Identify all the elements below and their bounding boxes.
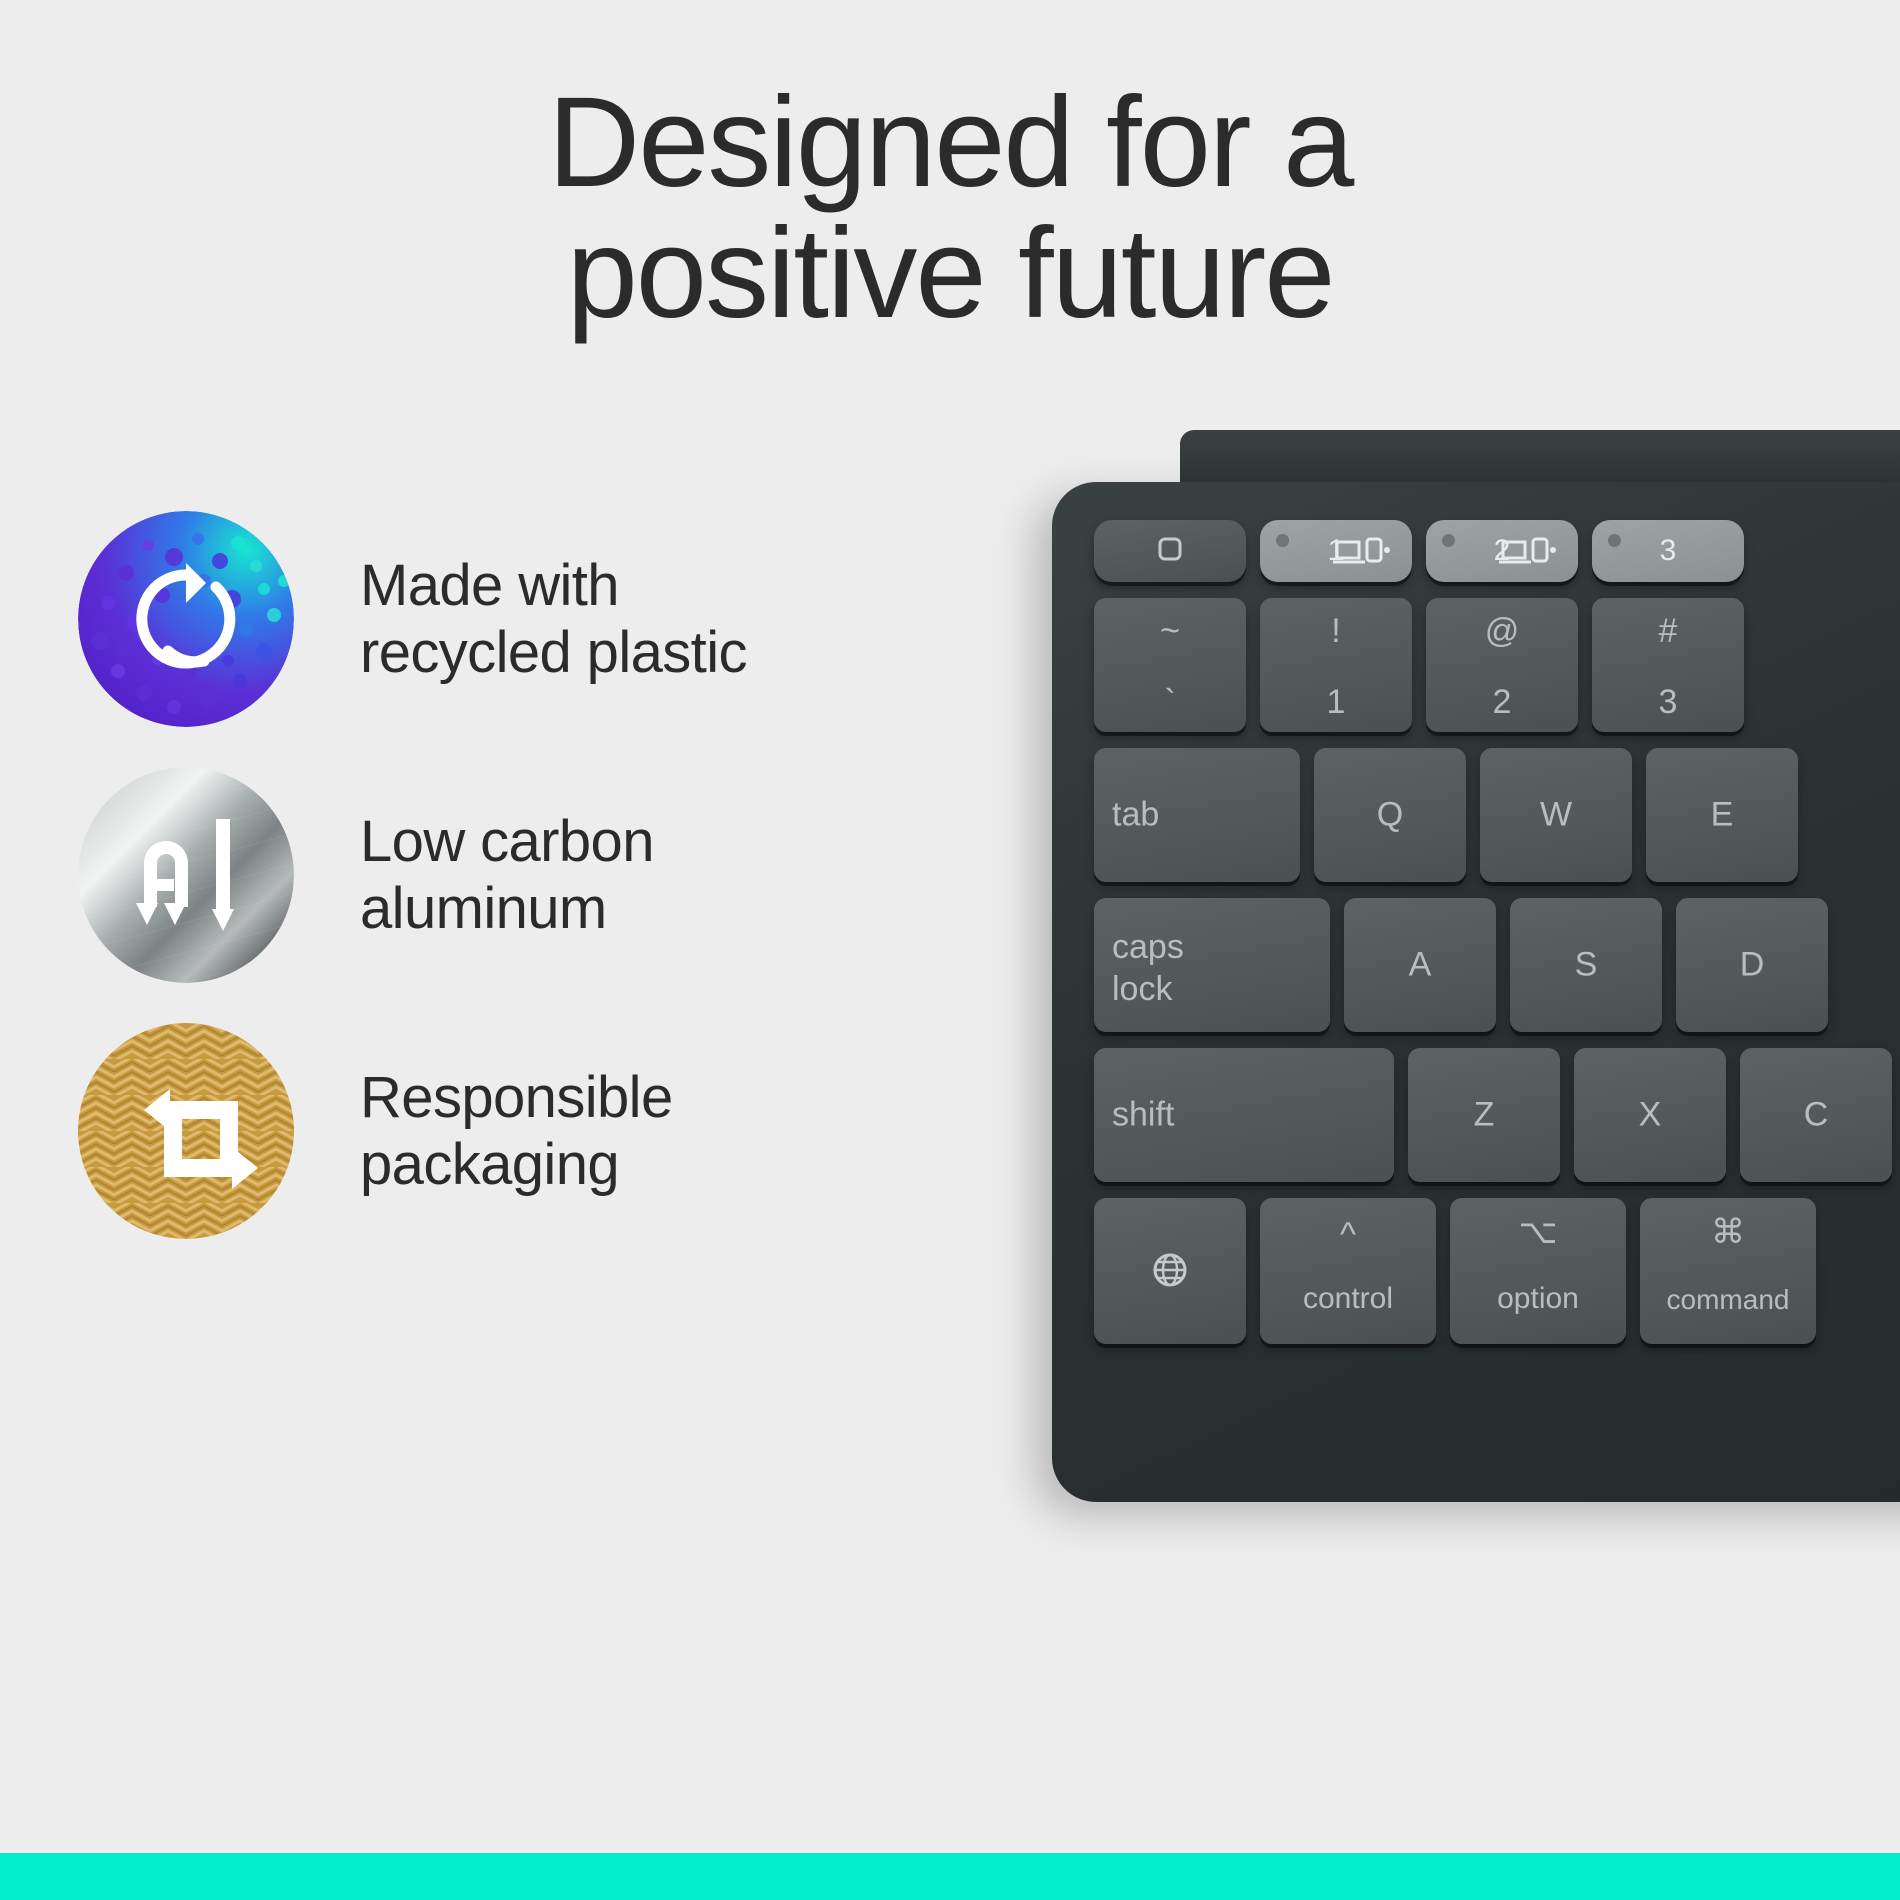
q-key-label: Q [1376,795,1404,834]
tab-key-label: tab [1112,795,1160,834]
control-key[interactable]: ^ control [1260,1198,1436,1344]
one-key[interactable]: ! 1 [1260,598,1412,732]
three-key-top-legend: # [1658,612,1678,650]
d-key-label: D [1739,945,1765,984]
feature-list: Made with recycled plastic Low carbon al… [78,500,978,1268]
accent-bar [0,1853,1900,1900]
e-key[interactable]: E [1646,748,1798,882]
keyboard-bottom-row: ^ control ⌥ option ⌘ command [1094,1198,1900,1344]
tab-key[interactable]: tab [1094,748,1300,882]
w-key-label: W [1539,795,1573,834]
z-key-label: Z [1473,1095,1495,1134]
feature-label-line-1: Made with [360,552,620,618]
command-key-label: command [1666,1284,1790,1315]
esc-key[interactable] [1094,520,1246,582]
a-key[interactable]: A [1344,898,1496,1032]
marketing-image: Designed for a positive future Made with… [0,0,1900,1900]
feature-label-line-2: packaging [360,1132,620,1197]
q-key[interactable]: Q [1314,748,1466,882]
option-key[interactable]: ⌥ option [1450,1198,1626,1344]
responsible-packaging-icon [78,1023,294,1239]
x-key-label: X [1638,1095,1662,1134]
channel-2-key[interactable]: 2 [1426,520,1578,582]
keyboard-home-row: caps lock A S D [1094,898,1900,1032]
keyboard-number-row: ~ ` ! 1 @ 2 # 3 [1094,598,1900,732]
caps-lock-key[interactable]: caps lock [1094,898,1330,1032]
feature-item-recycled-plastic: Made with recycled plastic [78,500,978,738]
command-key[interactable]: ⌘ command [1640,1198,1816,1344]
caps-lock-key-label-line-1: caps [1112,928,1184,966]
s-key-label: S [1574,945,1598,984]
channel-1-key[interactable]: 1 [1260,520,1412,582]
caps-lock-key-label-line-2: lock [1112,970,1173,1008]
two-key[interactable]: @ 2 [1426,598,1578,732]
shift-key-label: shift [1112,1095,1175,1134]
s-key[interactable]: S [1510,898,1662,1032]
device-switch-icon [1499,537,1556,564]
feature-item-responsible-packaging: Responsible packaging [78,1012,978,1250]
two-key-top-legend: @ [1484,612,1520,650]
option-key-symbol: ⌥ [1518,1213,1558,1251]
device-switch-icon [1333,537,1390,564]
three-key-bottom-legend: 3 [1658,683,1678,721]
page-title: Designed for a positive future [0,71,1900,345]
rounded-square-icon [1158,537,1182,561]
z-key[interactable]: Z [1408,1048,1560,1182]
e-key-label: E [1710,795,1734,834]
x-key[interactable]: X [1574,1048,1726,1182]
two-key-bottom-legend: 2 [1492,683,1512,721]
keyboard-body: 1 2 3 ~ ` ! 1 @ 2 # 3 tab Q W E caps loc… [1052,482,1900,1502]
control-key-label: control [1302,1282,1394,1315]
command-key-symbol: ⌘ [1711,1213,1745,1251]
three-key[interactable]: # 3 [1592,598,1744,732]
keyboard-tab-row: tab Q W E [1094,748,1900,882]
keyboard-top-ridge [1180,430,1900,490]
backtick-key-top-legend: ~ [1160,612,1180,650]
feature-label-line-2: recycled plastic [360,620,747,685]
keyboard-function-row: 1 2 3 [1094,520,1900,582]
channel-3-label: 3 [1659,534,1677,567]
recycled-plastic-icon [78,511,294,727]
one-key-top-legend: ! [1331,612,1341,650]
feature-label-low-carbon-aluminum: Low carbon aluminum [360,808,654,943]
keyboard-product-image: 1 2 3 ~ ` ! 1 @ 2 # 3 tab Q W E caps loc… [1030,430,1900,1540]
one-key-bottom-legend: 1 [1326,683,1346,721]
c-key[interactable]: C [1740,1048,1892,1182]
headline-line-1: Designed for a [547,71,1355,214]
keyboard-shift-row: shift Z X C [1094,1048,1900,1182]
feature-item-low-carbon-aluminum: Low carbon aluminum [78,756,978,994]
d-key[interactable]: D [1676,898,1828,1032]
backtick-key-bottom-legend: ` [1164,683,1176,721]
feature-label-recycled-plastic: Made with recycled plastic [360,552,747,687]
feature-label-responsible-packaging: Responsible packaging [360,1064,673,1199]
a-key-label: A [1408,945,1432,984]
globe-icon [1153,1253,1187,1287]
low-carbon-aluminum-icon [78,767,294,983]
control-key-symbol: ^ [1340,1216,1356,1254]
feature-label-line-1: Low carbon [360,808,654,874]
shift-key[interactable]: shift [1094,1048,1394,1182]
option-key-label: option [1497,1282,1579,1315]
headline-line-2: positive future [566,201,1336,345]
globe-key[interactable] [1094,1198,1246,1344]
feature-label-line-1: Responsible [360,1064,673,1130]
channel-3-key[interactable]: 3 [1592,520,1744,582]
backtick-key[interactable]: ~ ` [1094,598,1246,732]
c-key-label: C [1803,1095,1829,1134]
w-key[interactable]: W [1480,748,1632,882]
feature-label-line-2: aluminum [360,876,607,941]
